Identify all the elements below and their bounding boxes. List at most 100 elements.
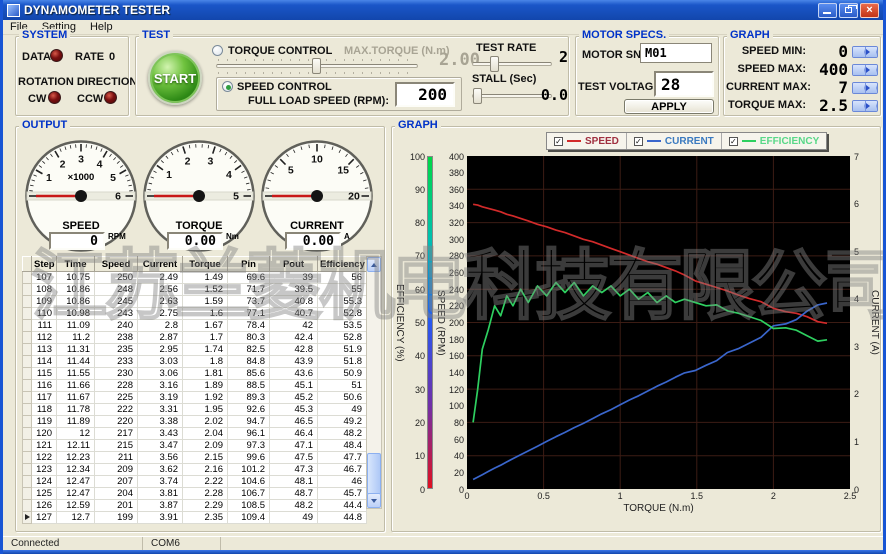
title-bar[interactable]: DYNAMOMETER TESTER × [3,0,883,20]
table-row[interactable]: 12712.71993.912.35109.44944.8 [23,512,367,524]
table-row[interactable]: 11311.312352.951.7482.542.851.9 [23,344,367,356]
table-cell: 51.9 [318,344,367,356]
table-cell: 201 [95,500,138,512]
tick-label: 4 [854,294,859,304]
table-cell: 3.56 [138,452,183,464]
table-row[interactable]: 11711.672253.191.9289.345.250.6 [23,392,367,404]
torque-max-spinner[interactable] [852,100,878,112]
table-row[interactable]: 11211.22382.871.780.342.452.8 [23,332,367,344]
table-cell: 2.16 [183,464,228,476]
cw-label: CW [28,93,46,105]
table-cell: 116 [32,380,57,392]
table-cell: 12.23 [57,452,95,464]
table-row[interactable]: 11811.782223.311.9592.645.349 [23,404,367,416]
tick-label: 90 [415,185,425,195]
table-cell: 112 [32,332,57,344]
table-cell: 46 [318,476,367,488]
speed-min-spinner[interactable] [852,46,878,58]
current-max-spinner[interactable] [852,82,878,94]
table-cell: 228 [95,380,138,392]
legend-checkbox-speed[interactable]: ✓ [554,137,563,146]
speed-max-spinner[interactable] [852,64,878,76]
table-row[interactable]: 120122173.432.0496.146.448.2 [23,428,367,440]
current-max-spinner-down[interactable] [853,83,866,93]
legend-item-efficiency: ✓EFFICIENCY [722,133,826,149]
table-row[interactable]: 12412.472073.742.22104.648.146 [23,476,367,488]
table-row[interactable]: 11911.892203.382.0294.746.549.2 [23,416,367,428]
menu-help[interactable]: Help [83,21,120,33]
table-cell: 49.2 [318,416,367,428]
torque-control-radio[interactable] [212,45,223,56]
table-cell: 3.81 [138,488,183,500]
table-row[interactable]: 12212.232113.562.1599.647.547.7 [23,452,367,464]
table-row[interactable]: 12312.342093.622.16101.247.346.7 [23,464,367,476]
max-torque-slider[interactable] [216,58,418,74]
tick-label: 80 [454,418,464,428]
tick-label: 1 [618,491,623,501]
speed-min-spinner-up[interactable] [866,47,878,57]
table-scrollbar[interactable] [366,256,382,509]
table-row[interactable]: 10810.862482.561.5271.739.555 [23,284,367,296]
close-button[interactable]: × [860,3,879,18]
table-row[interactable]: 12112.112153.472.0997.347.148.4 [23,440,367,452]
tick-label: 40 [454,451,464,461]
legend-checkbox-efficiency[interactable]: ✓ [729,137,738,146]
table-cell: 199 [95,512,138,524]
full-load-speed-label: FULL LOAD SPEED (RPM): [247,95,389,107]
start-button[interactable]: START [148,51,202,105]
speed-min-spinner-down[interactable] [853,47,866,57]
legend-checkbox-current[interactable]: ✓ [634,137,643,146]
table-row[interactable]: 12612.592013.872.29108.548.244.4 [23,500,367,512]
table-cell: 77.1 [228,308,270,320]
scrollbar-thumb[interactable] [367,453,381,495]
table-cell: 44.8 [318,512,367,524]
restore-button[interactable] [839,3,858,18]
speed-control-radio[interactable] [222,81,233,92]
tick-label: 380 [449,168,464,178]
table-row[interactable]: 11010.982432.751.677.140.752.8 [23,308,367,320]
table-cell: 12.34 [57,464,95,476]
table-cell: 11.67 [57,392,95,404]
speed-max-spinner-up[interactable] [866,65,878,75]
table-row[interactable]: 10710.752502.491.4969.63956 [23,272,367,284]
column-header-time: Time [57,257,95,272]
torque-max-spinner-up[interactable] [866,101,878,111]
speed-max-spinner-down[interactable] [853,65,866,75]
svg-text:15: 15 [337,164,349,176]
svg-text:5: 5 [233,191,239,203]
table-cell: 51.8 [318,356,367,368]
svg-text:10: 10 [311,154,323,166]
table-cell: 69.6 [228,272,270,284]
table-cell: 122 [32,452,57,464]
max-torque-slider-thumb[interactable] [312,58,321,74]
table-cell: 52.8 [318,308,367,320]
motor-sn-input[interactable] [640,43,712,63]
row-selector-cell [23,284,32,296]
apply-button[interactable]: APPLY [624,99,714,114]
table-row[interactable]: 11611.662283.161.8988.545.151 [23,380,367,392]
table-cell: 114 [32,356,57,368]
scroll-down-button[interactable] [367,493,381,508]
table-cell: 118 [32,404,57,416]
table-row[interactable]: 11111.092402.81.6778.44253.5 [23,320,367,332]
table-cell: 43.9 [270,356,318,368]
start-button-label: START [154,71,196,86]
minimize-button[interactable] [818,3,837,18]
legend-item-current: ✓CURRENT [627,133,722,149]
stall-slider-thumb[interactable] [473,88,482,104]
table-cell: 2.35 [183,512,228,524]
table-cell: 47.1 [270,440,318,452]
row-selector-cell [23,356,32,368]
svg-text:5: 5 [288,164,294,176]
current-max-spinner-up[interactable] [866,83,878,93]
table-row[interactable]: 12512.472043.812.28106.748.745.7 [23,488,367,500]
app-icon [7,4,20,17]
torque-max-spinner-down[interactable] [853,101,866,111]
scroll-up-button[interactable] [367,257,381,272]
table-row[interactable]: 11511.552303.061.8185.643.650.9 [23,368,367,380]
table-row[interactable]: 11411.442333.031.884.843.951.8 [23,356,367,368]
table-cell: 109.4 [228,512,270,524]
test-rate-slider-thumb[interactable] [490,56,499,72]
test-rate-slider[interactable] [472,56,552,72]
table-row[interactable]: 10910.862452.631.5973.740.855.3 [23,296,367,308]
